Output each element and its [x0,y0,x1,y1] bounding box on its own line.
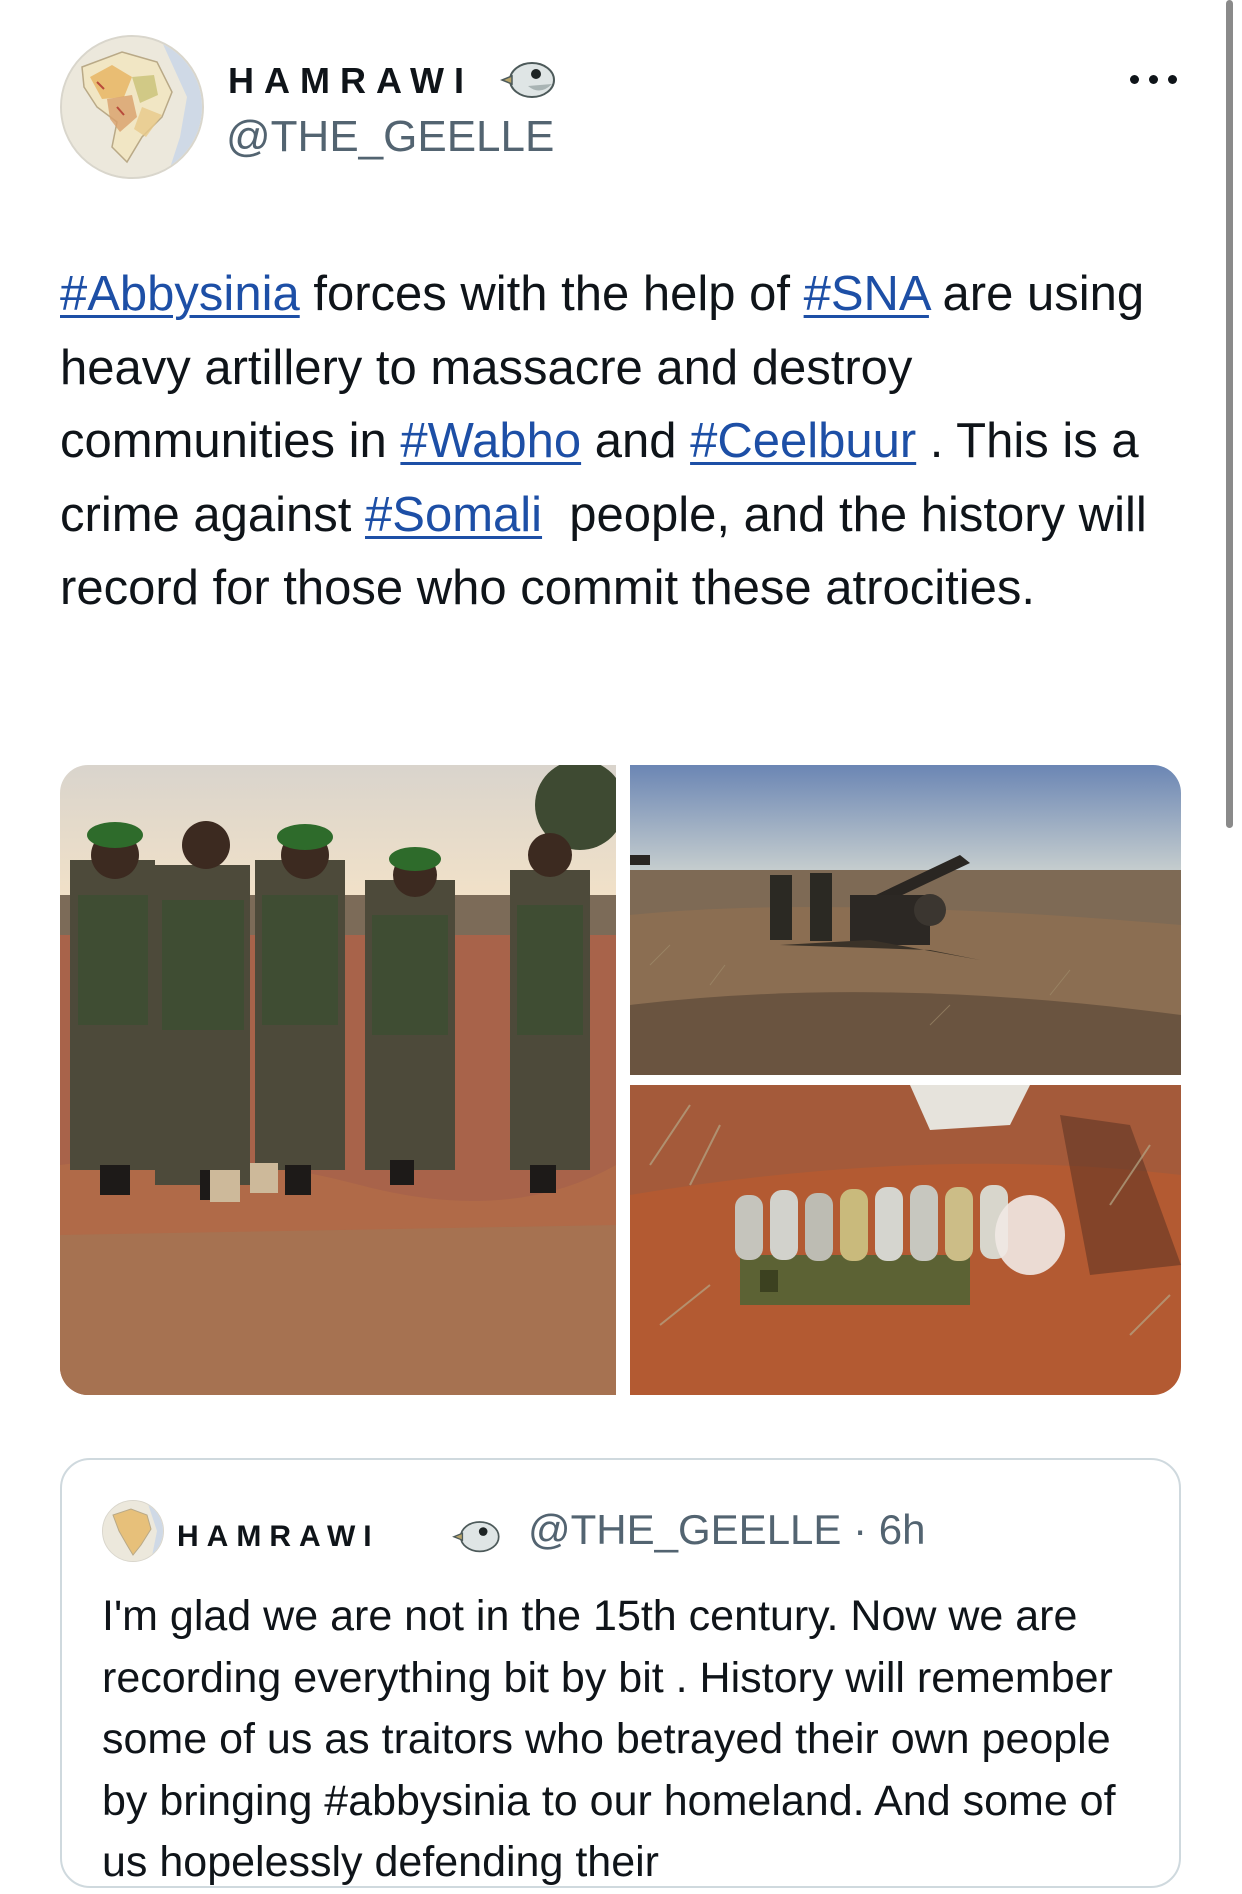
tweet-header: HAMRAWI @THE_GEELLE [0,0,1242,200]
author-display-name[interactable]: HAMRAWI [228,60,474,102]
tweet-text: #Abbysinia forces with the help of #SNA … [60,258,1190,626]
more-options-icon[interactable] [1130,70,1178,88]
hashtag-link[interactable]: #Wabho [400,414,581,468]
hashtag-link[interactable]: #SNA [804,267,929,321]
quoted-tweet[interactable]: HAMRAWI @THE_GEELLE · 6h I'm glad we are… [60,1458,1181,1888]
tweet-text-segment: forces with the help of [299,267,804,321]
bird-emoji-icon [499,56,560,100]
map-avatar-icon[interactable] [60,35,204,179]
photo-soldiers-group[interactable] [60,765,616,1395]
media-grid [60,765,1181,1395]
author-handle[interactable]: @THE_GEELLE [226,112,554,162]
quote-display-name[interactable]: HAMRAWI [177,1520,380,1554]
scrollbar[interactable] [1226,0,1233,828]
tweet-text-segment: and [581,414,691,468]
quote-handle-time[interactable]: @THE_GEELLE · 6h [528,1506,925,1554]
photo-artillery-gun[interactable] [630,765,1181,1075]
photo-artillery-shells[interactable] [630,1085,1181,1395]
hashtag-link[interactable]: #Ceelbuur [690,414,916,468]
quote-text: I'm glad we are not in the 15th century.… [102,1592,1116,1886]
hashtag-link[interactable]: #Somali [365,488,542,542]
hashtag-link[interactable]: #Abbysinia [60,267,300,321]
map-avatar-icon[interactable] [102,1500,164,1562]
bird-emoji-icon [452,1516,504,1554]
